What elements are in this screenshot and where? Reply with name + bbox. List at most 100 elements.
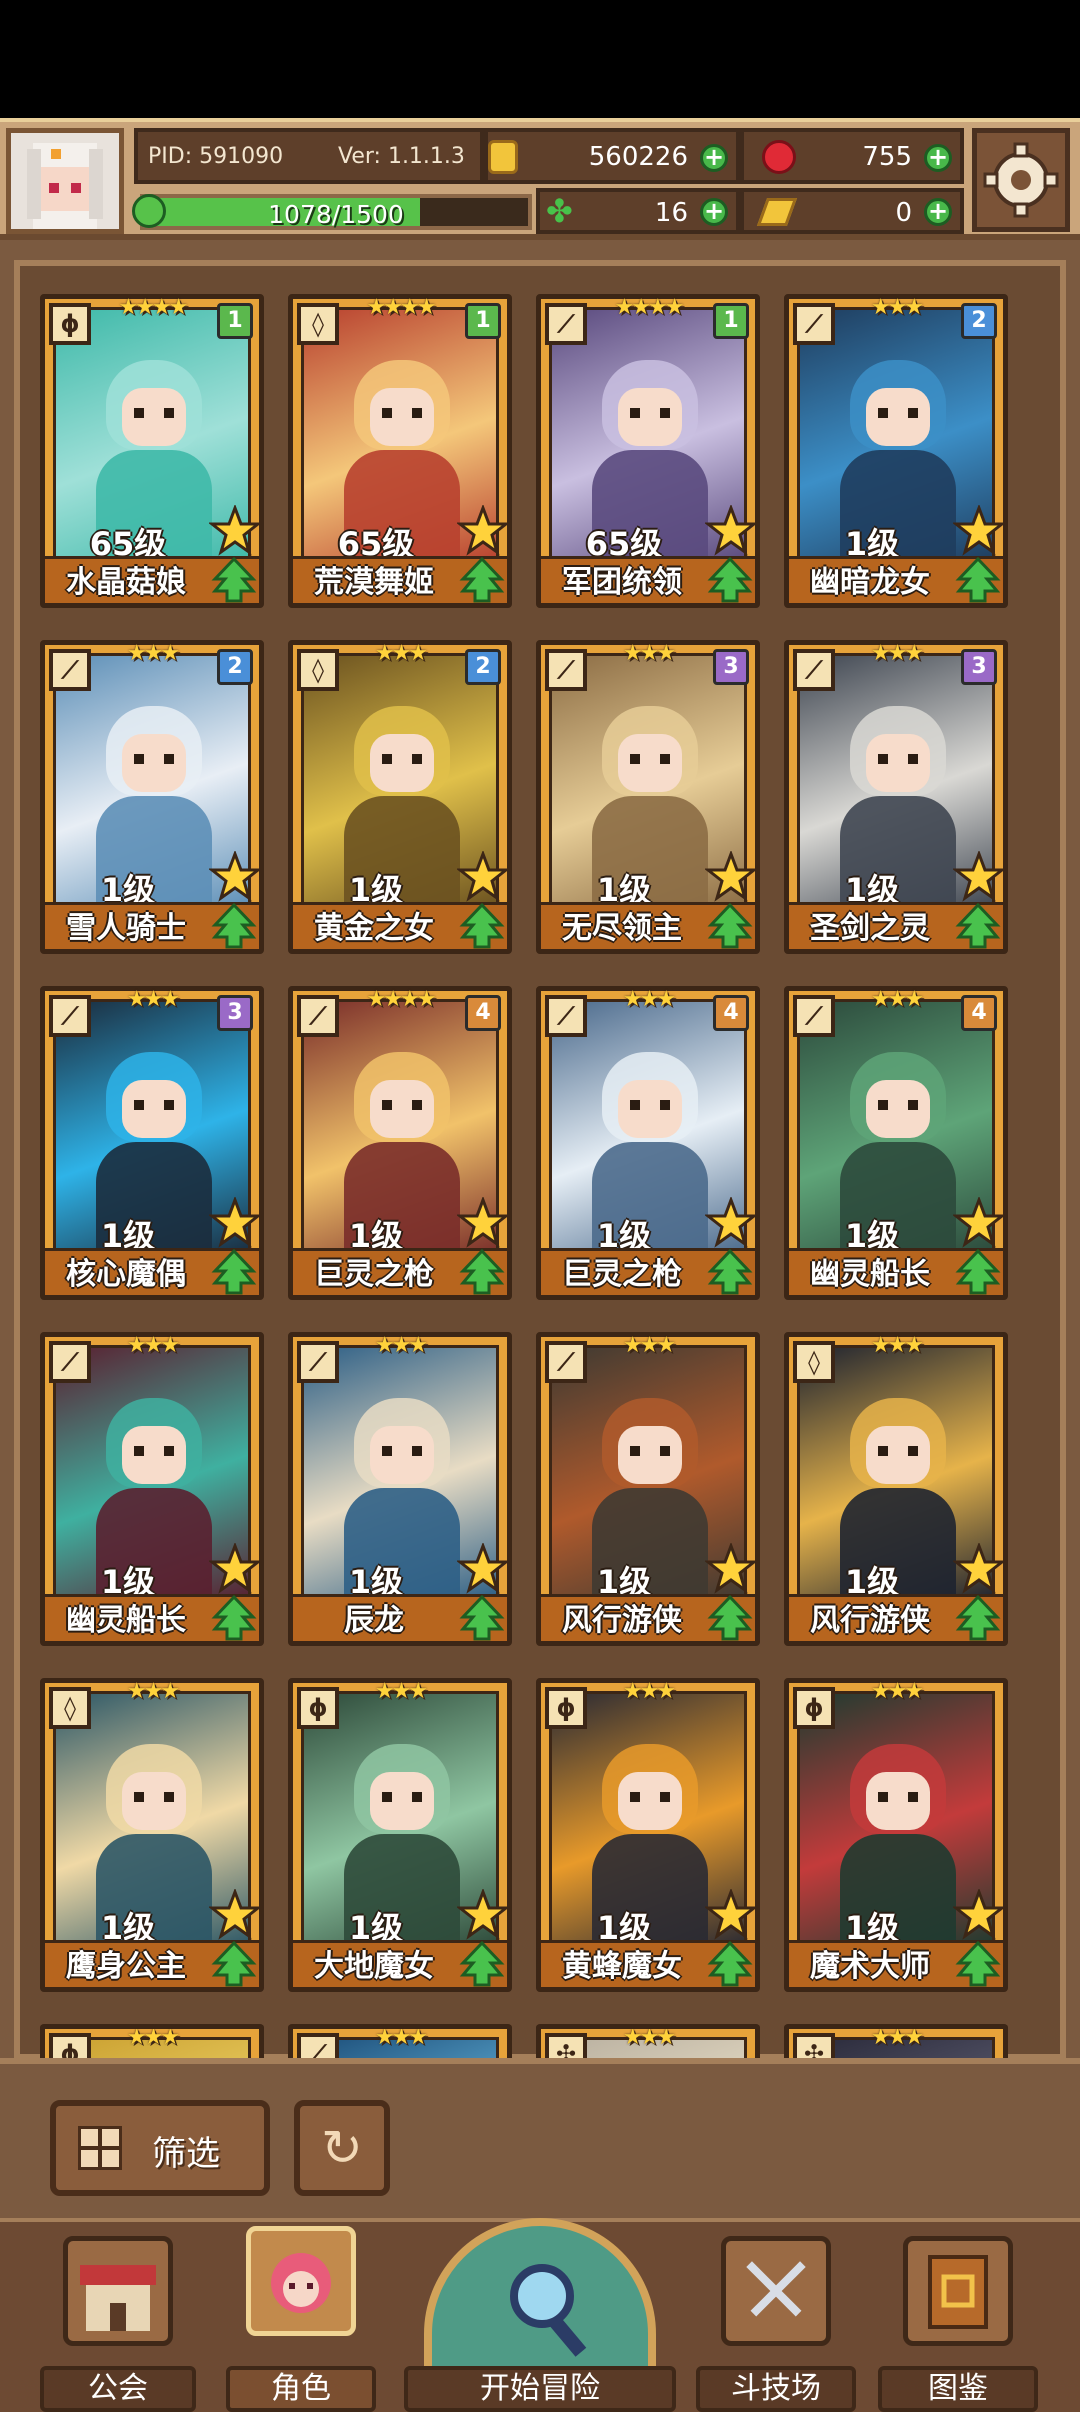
gear-icon — [983, 142, 1059, 218]
star-upgrade-icon[interactable] — [457, 851, 509, 903]
character-name: 幽暗龙女 — [810, 565, 930, 600]
star-upgrade-icon[interactable] — [953, 1543, 1005, 1595]
level-up-arrow-icon[interactable] — [707, 1941, 753, 1987]
star-upgrade-icon[interactable] — [953, 505, 1005, 557]
nav-codex[interactable]: 图鉴 — [878, 2236, 1038, 2412]
nav-label-adventure: 开始冒险 — [404, 2366, 676, 2412]
level-up-arrow-icon[interactable] — [707, 903, 753, 949]
rank-badge: 1 — [217, 303, 253, 339]
star-upgrade-icon[interactable] — [705, 1543, 757, 1595]
character-card[interactable]: ⟋ ★★★ 3 1级 无尽领主 — [536, 640, 760, 954]
star-rating: ★★★ — [870, 1333, 924, 1358]
key-add-button[interactable]: + — [924, 198, 952, 226]
level-up-arrow-icon[interactable] — [459, 1941, 505, 1987]
character-card[interactable]: ⟋ ★★★ 4 1级 巨灵之枪 — [536, 986, 760, 1300]
star-upgrade-icon[interactable] — [705, 851, 757, 903]
star-rating: ★★★ — [126, 2025, 180, 2050]
character-card[interactable]: ⟋ ★★★ 2 1级 雪人骑士 — [40, 640, 264, 954]
clover-add-button[interactable]: + — [700, 198, 728, 226]
star-upgrade-icon[interactable] — [457, 1543, 509, 1595]
level-up-arrow-icon[interactable] — [211, 903, 257, 949]
character-card[interactable]: ϕ ★★★ 1级 魔术大师 — [784, 1678, 1008, 1992]
star-upgrade-icon[interactable] — [209, 1543, 261, 1595]
player-id: PID: 591090 — [148, 144, 284, 169]
nav-character[interactable]: 角色 — [226, 2226, 376, 2412]
level-up-arrow-icon[interactable] — [211, 1595, 257, 1641]
star-upgrade-icon[interactable] — [457, 1197, 509, 1249]
xp-leaf-icon — [132, 194, 166, 228]
level-up-arrow-icon[interactable] — [955, 1249, 1001, 1295]
gold-amount: 560226 — [588, 142, 688, 172]
star-upgrade-icon[interactable] — [209, 505, 261, 557]
level-up-arrow-icon[interactable] — [955, 1941, 1001, 1987]
nav-adventure[interactable]: 开始冒险 — [404, 2218, 676, 2412]
star-upgrade-icon[interactable] — [705, 505, 757, 557]
level-up-arrow-icon[interactable] — [707, 1249, 753, 1295]
nav-label-guild: 公会 — [40, 2366, 196, 2412]
level-up-arrow-icon[interactable] — [955, 903, 1001, 949]
character-card[interactable]: ⟋ ★★★ 1级 辰龙 — [288, 1332, 512, 1646]
level-up-arrow-icon[interactable] — [955, 557, 1001, 603]
character-card[interactable]: ϕ ★★★ 1级 黄蜂魔女 — [536, 1678, 760, 1992]
star-upgrade-icon[interactable] — [209, 1197, 261, 1249]
gem-add-button[interactable]: + — [924, 144, 952, 172]
key-amount: 0 — [895, 198, 912, 228]
rank-badge: 2 — [465, 649, 501, 685]
character-card[interactable]: ◊ ★★★★ 1 65级 荒漠舞姬 — [288, 294, 512, 608]
level-up-arrow-icon[interactable] — [459, 903, 505, 949]
character-name: 辰龙 — [344, 1603, 404, 1638]
nav-label-arena: 斗技场 — [696, 2366, 856, 2412]
star-upgrade-icon[interactable] — [953, 851, 1005, 903]
level-up-arrow-icon[interactable] — [211, 557, 257, 603]
filter-button[interactable]: 筛选 — [50, 2100, 270, 2196]
nav-guild[interactable]: 公会 — [40, 2236, 196, 2412]
rank-badge: 4 — [713, 995, 749, 1031]
character-name: 无尽领主 — [562, 911, 682, 946]
nav-arena[interactable]: 斗技场 — [696, 2236, 856, 2412]
star-rating: ★★★ — [622, 2025, 676, 2050]
level-up-arrow-icon[interactable] — [211, 1249, 257, 1295]
character-grid[interactable]: ϕ ★★★★ 1 65级 水晶菇娘 ◊ ★★★★ 1 65级 荒漠舞姬 ⟋ ★★★★ 1 65级 军团统领 ⟋… — [14, 260, 1066, 2154]
level-up-arrow-icon[interactable] — [707, 557, 753, 603]
level-up-arrow-icon[interactable] — [459, 557, 505, 603]
level-up-arrow-icon[interactable] — [707, 1595, 753, 1641]
star-upgrade-icon[interactable] — [705, 1197, 757, 1249]
star-upgrade-icon[interactable] — [953, 1889, 1005, 1941]
character-card[interactable]: ⟋ ★★★★ 1 65级 军团统领 — [536, 294, 760, 608]
level-up-arrow-icon[interactable] — [211, 1941, 257, 1987]
avatar-portrait-icon — [11, 133, 119, 229]
character-card[interactable]: ⟋ ★★★ 4 1级 幽灵船长 — [784, 986, 1008, 1300]
ruby-gem-icon — [762, 140, 796, 174]
top-hud: PID: 591090 Ver: 1.1.1.3 560226 + 755 + … — [0, 118, 1080, 240]
gold-add-button[interactable]: + — [700, 144, 728, 172]
character-card[interactable]: ◊ ★★★ 2 1级 黄金之女 — [288, 640, 512, 954]
star-rating: ★★★ — [374, 1333, 428, 1358]
level-up-arrow-icon[interactable] — [459, 1249, 505, 1295]
character-list-panel: ϕ ★★★★ 1 65级 水晶菇娘 ◊ ★★★★ 1 65级 荒漠舞姬 ⟋ ★★★★ 1 65级 军团统领 ⟋… — [0, 240, 1080, 2154]
refresh-button[interactable]: ↻ — [294, 2100, 390, 2196]
character-card[interactable]: ⟋ ★★★ 3 1级 圣剑之灵 — [784, 640, 1008, 954]
level-up-arrow-icon[interactable] — [459, 1595, 505, 1641]
star-upgrade-icon[interactable] — [457, 1889, 509, 1941]
star-upgrade-icon[interactable] — [457, 505, 509, 557]
character-card[interactable]: ⟋ ★★★ 3 1级 核心魔偶 — [40, 986, 264, 1300]
character-card[interactable]: ⟋ ★★★★ 4 1级 巨灵之枪 — [288, 986, 512, 1300]
level-up-arrow-icon[interactable] — [955, 1595, 1001, 1641]
character-card[interactable]: ⟋ ★★★ 1级 幽灵船长 — [40, 1332, 264, 1646]
character-card[interactable]: ⟋ ★★★ 1级 风行游侠 — [536, 1332, 760, 1646]
character-card[interactable]: ◊ ★★★ 1级 风行游侠 — [784, 1332, 1008, 1646]
player-avatar[interactable] — [6, 128, 124, 234]
star-upgrade-icon[interactable] — [209, 851, 261, 903]
gem-amount: 755 — [862, 142, 912, 172]
character-card[interactable]: ◊ ★★★ 1级 鹰身公主 — [40, 1678, 264, 1992]
settings-button[interactable] — [972, 128, 1070, 232]
star-upgrade-icon[interactable] — [705, 1889, 757, 1941]
character-card[interactable]: ⟋ ★★★ 2 1级 幽暗龙女 — [784, 294, 1008, 608]
star-upgrade-icon[interactable] — [953, 1197, 1005, 1249]
star-upgrade-icon[interactable] — [209, 1889, 261, 1941]
character-card[interactable]: ϕ ★★★★ 1 65级 水晶菇娘 — [40, 294, 264, 608]
character-card[interactable]: ϕ ★★★ 1级 大地魔女 — [288, 1678, 512, 1992]
character-name: 风行游侠 — [562, 1603, 682, 1638]
character-name: 大地魔女 — [314, 1949, 434, 1984]
character-name: 军团统领 — [562, 565, 682, 600]
